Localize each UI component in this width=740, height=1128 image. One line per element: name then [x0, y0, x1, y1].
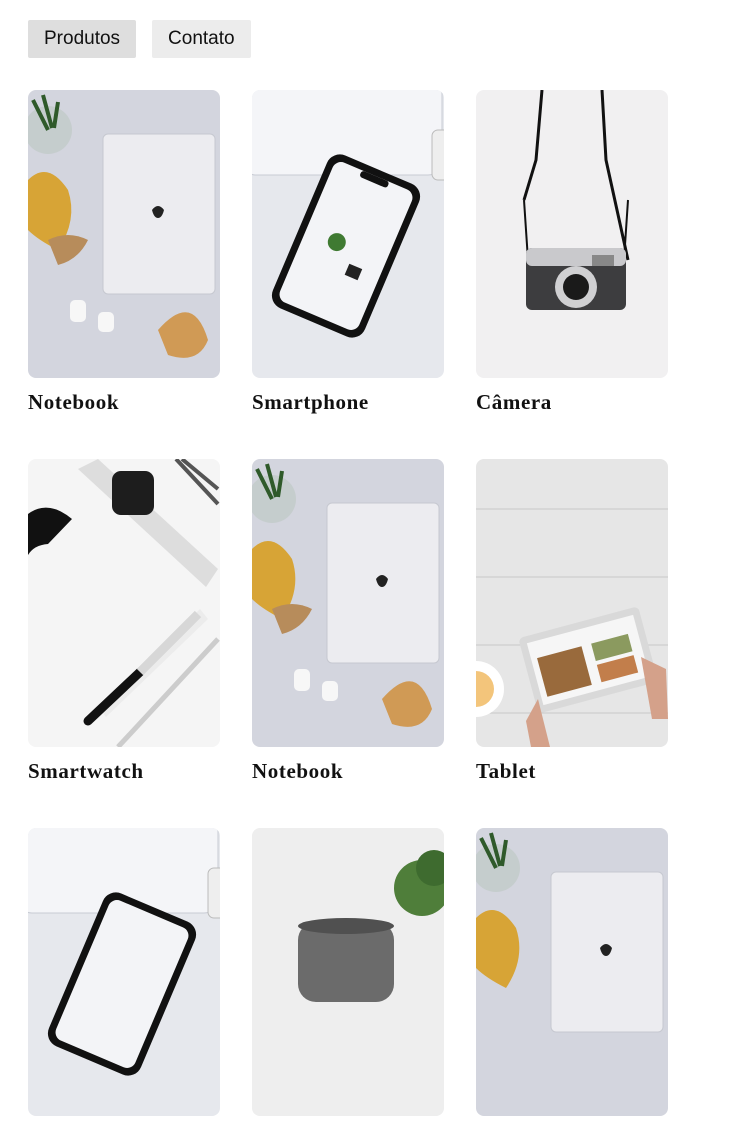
camera-photo[interactable] — [476, 90, 668, 378]
product-card[interactable] — [476, 828, 668, 1128]
tablet-photo[interactable] — [476, 459, 668, 748]
product-card[interactable]: Smartwatch — [28, 459, 220, 784]
product-title: Tablet — [476, 759, 537, 784]
product-card[interactable] — [252, 828, 444, 1128]
smartphone-photo[interactable] — [252, 90, 444, 378]
product-title: Notebook — [28, 390, 120, 414]
product-card[interactable]: Notebook — [252, 459, 444, 784]
top-nav: Produtos Contato — [28, 20, 251, 58]
product-title: Smartwatch — [28, 759, 144, 784]
product-card[interactable]: Tablet — [476, 459, 668, 784]
notebook-photo[interactable] — [476, 828, 668, 1117]
smartwatch-photo[interactable] — [28, 459, 220, 748]
nav-contato-button[interactable]: Contato — [152, 20, 251, 58]
product-card[interactable]: Notebook — [28, 90, 220, 415]
product-title: Smartphone — [252, 390, 369, 414]
product-title: Câmera — [476, 390, 552, 414]
nav-produtos-button[interactable]: Produtos — [28, 20, 137, 58]
smartphone-photo[interactable] — [28, 828, 220, 1117]
product-title: Notebook — [252, 759, 344, 784]
product-card[interactable]: Smartphone — [252, 90, 444, 415]
product-grid: Notebook Smartphone Câmera Smartwatch No… — [28, 90, 668, 1128]
product-card[interactable]: Câmera — [476, 90, 668, 415]
product-card[interactable] — [28, 828, 220, 1128]
notebook-photo[interactable] — [28, 90, 220, 378]
smart-speaker-photo[interactable] — [252, 828, 444, 1117]
notebook-photo[interactable] — [252, 459, 444, 748]
